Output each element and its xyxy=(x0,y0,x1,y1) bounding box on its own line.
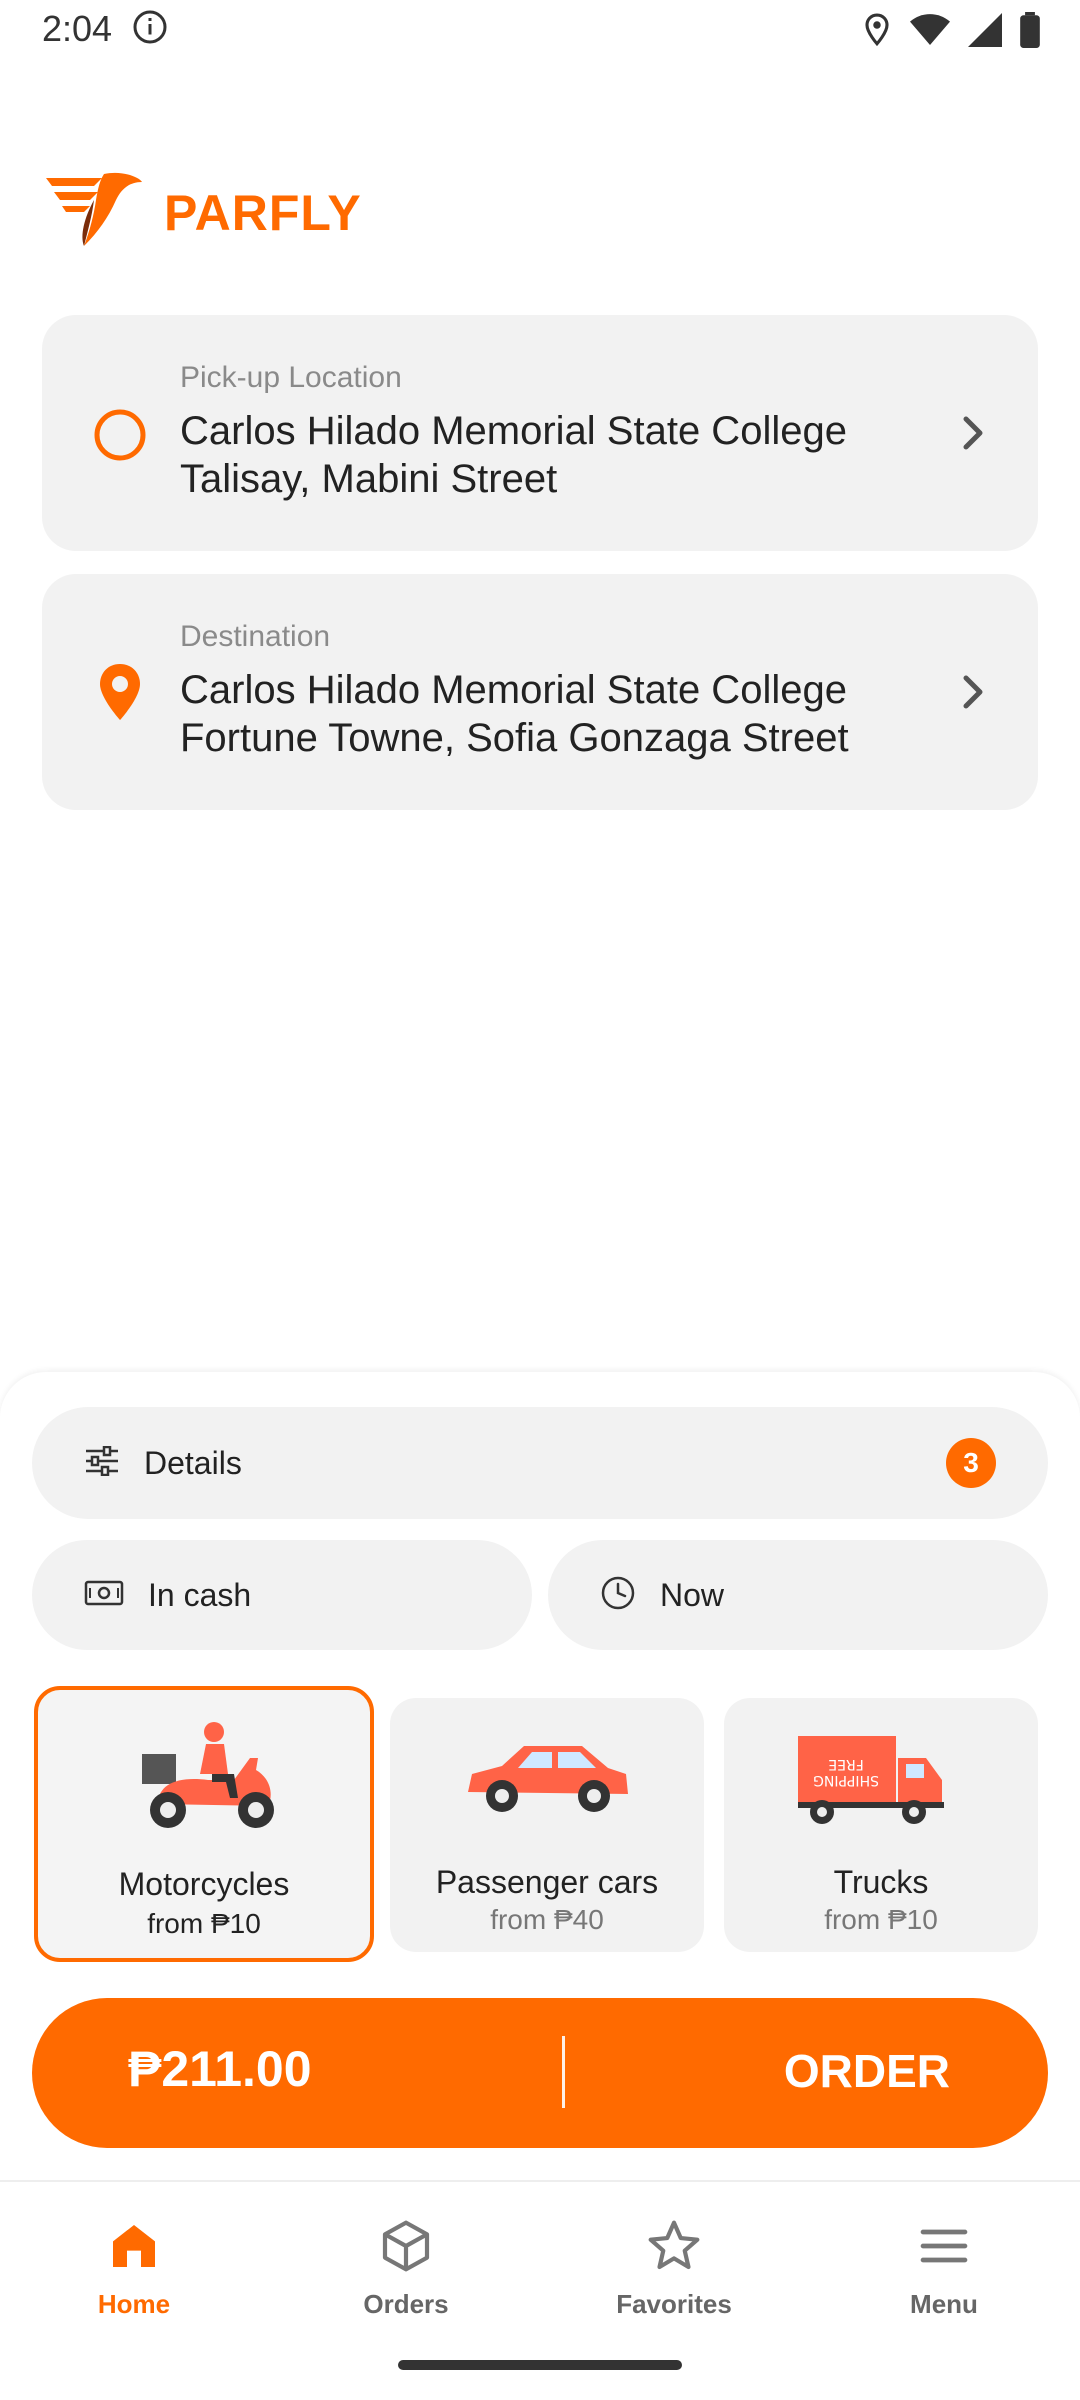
destination-card[interactable]: Destination Carlos Hilado Memorial State… xyxy=(42,574,1038,810)
nav-item-favorites[interactable]: Favorites xyxy=(584,2218,764,2320)
schedule-label: Now xyxy=(660,1576,725,1613)
parfly-bird-logo xyxy=(44,170,144,255)
order-label: ORDER xyxy=(783,2045,950,2097)
wifi-icon xyxy=(910,13,950,52)
svg-text:FREE: FREE xyxy=(828,1756,863,1772)
vehicle-price: from ₱40 xyxy=(490,1904,604,1935)
nav-label-menu: Menu xyxy=(910,2289,978,2319)
cash-icon xyxy=(84,1578,124,1613)
vehicle-title: Trucks xyxy=(833,1864,929,1900)
clock-icon xyxy=(600,1575,636,1616)
vehicle-title: Motorcycles xyxy=(118,1866,290,1902)
nav-item-home[interactable]: Home xyxy=(44,2218,224,2320)
car-icon xyxy=(462,1734,632,1823)
nav-label-home: Home xyxy=(97,2289,171,2319)
order-button[interactable]: ₱211.00 ORDER xyxy=(32,1998,1048,2148)
status-time: 2:04 xyxy=(42,8,168,54)
destination-address: Carlos Hilado Memorial State College For… xyxy=(180,668,849,760)
star-icon xyxy=(646,2220,702,2278)
chevron-right-icon xyxy=(958,413,988,458)
destination-label: Destination xyxy=(180,620,331,653)
pickup-address: Carlos Hilado Memorial State College Tal… xyxy=(180,409,847,501)
sliders-icon xyxy=(84,1445,120,1481)
vehicle-option-trucks[interactable]: FREE SHIPPING Trucks from ₱10 xyxy=(724,1698,1038,1952)
vehicle-price: from ₱10 xyxy=(147,1908,261,1939)
info-icon xyxy=(132,9,168,54)
schedule-time-button[interactable]: Now xyxy=(548,1540,1048,1650)
battery-icon xyxy=(1020,12,1040,53)
vehicle-price: from ₱10 xyxy=(824,1904,938,1935)
destination-pin-icon xyxy=(96,662,144,727)
order-divider xyxy=(562,2036,565,2108)
status-time-text: 2:04 xyxy=(42,8,113,49)
home-icon xyxy=(106,2225,162,2278)
details-label: Details xyxy=(144,1444,242,1481)
location-status-icon xyxy=(862,12,892,53)
nav-item-menu[interactable]: Menu xyxy=(854,2218,1034,2320)
home-indicator xyxy=(398,2360,682,2370)
motorcycle-icon xyxy=(138,1714,278,1839)
truck-icon: FREE SHIPPING xyxy=(796,1728,946,1833)
chevron-right-icon xyxy=(958,672,988,717)
nav-item-orders[interactable]: Orders xyxy=(316,2218,496,2320)
brand-logo: PARFLY xyxy=(44,170,362,255)
nav-label-orders: Orders xyxy=(363,2289,449,2319)
details-button[interactable]: Details 3 xyxy=(32,1407,1048,1519)
box-icon xyxy=(378,2220,434,2278)
menu-icon xyxy=(916,2229,972,2278)
status-icons xyxy=(862,12,1040,53)
vehicle-title: Passenger cars xyxy=(435,1864,659,1900)
vehicle-option-motorcycles[interactable]: Motorcycles from ₱10 xyxy=(34,1686,374,1962)
brand-name: PARFLY xyxy=(164,184,362,241)
bottom-navigation: Home Orders Favorites Menu xyxy=(0,2182,1080,2372)
vehicle-option-passenger-cars[interactable]: Passenger cars from ₱40 xyxy=(390,1698,704,1952)
payment-label: In cash xyxy=(148,1576,252,1613)
signal-icon xyxy=(968,13,1002,52)
pickup-location-card[interactable]: Pick-up Location Carlos Hilado Memorial … xyxy=(42,315,1038,551)
details-count-badge: 3 xyxy=(946,1438,996,1488)
payment-method-button[interactable]: In cash xyxy=(32,1540,532,1650)
pickup-label: Pick-up Location xyxy=(180,361,402,394)
nav-label-favorites: Favorites xyxy=(616,2289,732,2319)
pickup-circle-icon xyxy=(92,407,148,468)
order-total-price: ₱211.00 xyxy=(128,2041,312,2097)
svg-text:SHIPPING: SHIPPING xyxy=(813,1772,879,1788)
